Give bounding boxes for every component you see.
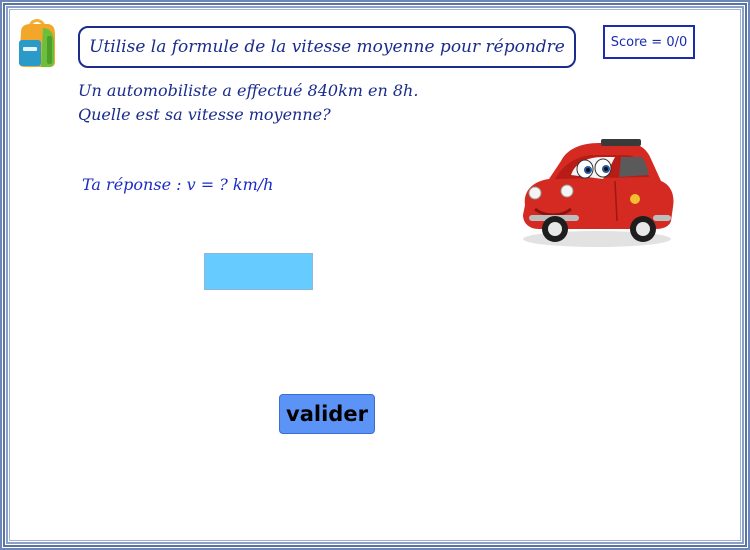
app-frame: Utilise la formule de la vitesse moyenne…: [0, 0, 750, 550]
answer-prompt: Ta réponse : v = ? km/h: [82, 175, 274, 194]
submit-button[interactable]: valider: [279, 394, 375, 434]
instruction-title: Utilise la formule de la vitesse moyenne…: [78, 26, 576, 68]
answer-input[interactable]: [204, 253, 313, 290]
car-illustration: [523, 139, 674, 247]
question-line-2: Quelle est sa vitesse moyenne?: [78, 105, 331, 124]
backpack-icon: [19, 19, 55, 67]
score-display: Score = 0/0: [603, 25, 695, 59]
question-line-1: Un automobiliste a effectué 840km en 8h.: [78, 81, 419, 100]
